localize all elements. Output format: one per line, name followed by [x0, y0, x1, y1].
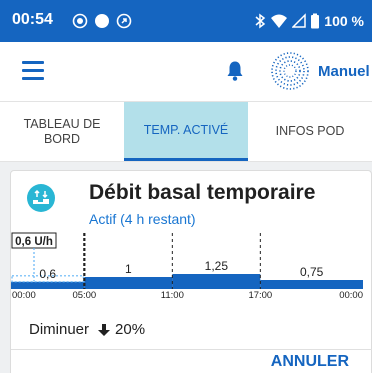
bell-icon[interactable]: [226, 60, 244, 82]
tab-pod-info[interactable]: INFOS POD: [248, 102, 372, 161]
wifi-icon: [271, 14, 288, 28]
cancel-button[interactable]: ANNULER: [271, 353, 349, 371]
status-bar: 00:54 100 %: [0, 0, 372, 42]
menu-icon[interactable]: [22, 61, 44, 83]
mode-label[interactable]: Manuel: [318, 63, 370, 80]
x-tick-3: 17:00: [248, 290, 272, 299]
bluetooth-icon: [255, 13, 266, 29]
status-time: 00:54: [12, 11, 53, 28]
card-title: Débit basal temporaire: [89, 181, 316, 204]
basal-label-2: 1,25: [205, 259, 229, 273]
x-tick-4: 00:00: [339, 290, 363, 299]
tab-dashboard[interactable]: TABLEAU DE BORD: [0, 102, 124, 161]
battery-icon: [311, 13, 320, 29]
status-right-group: 100 %: [254, 10, 364, 32]
basal-chart: 0,6 1 1,25 0,75 0,6 U/h 00:00 05:00 11:00 17:00 0…: [11, 232, 363, 299]
divider: [11, 349, 372, 350]
tab-temp-active[interactable]: TEMP. ACTIVÉ: [124, 102, 248, 161]
battery-percent: 100 %: [324, 13, 364, 29]
app-bar: Manuel: [0, 42, 372, 102]
card-status: Actif (4 h restant): [89, 211, 196, 227]
basal-bar-1: [84, 277, 173, 289]
basal-label-0: 0,6: [39, 267, 56, 281]
x-tick-0: 00:00: [12, 290, 36, 299]
basal-bar-2: [172, 274, 261, 289]
change-row: Diminuer 20%: [29, 321, 145, 338]
basal-bar-3: [260, 280, 363, 289]
record-icon: [72, 13, 88, 29]
data-saver-icon: [116, 13, 132, 29]
basal-label-1: 1: [125, 262, 132, 276]
arrow-down-icon: [98, 323, 111, 336]
basal-bar-0: [11, 281, 85, 289]
status-notification-icons: [72, 10, 132, 32]
x-tick-2: 11:00: [161, 290, 184, 299]
dot-icon: [95, 14, 109, 28]
signal-icon: [292, 13, 307, 28]
tab-bar: TABLEAU DE BORD TEMP. ACTIVÉ INFOS POD: [0, 102, 372, 162]
change-value: 20%: [115, 321, 146, 338]
temp-basal-icon: [27, 184, 55, 212]
basal-label-3: 0,75: [300, 265, 324, 279]
pod-status-icon[interactable]: [270, 51, 310, 91]
change-label: Diminuer: [29, 321, 90, 338]
x-tick-1: 05:00: [72, 290, 96, 299]
current-rate-label: 0,6 U/h: [15, 236, 53, 248]
temp-basal-card: Débit basal temporaire Actif (4 h restan…: [10, 170, 372, 373]
